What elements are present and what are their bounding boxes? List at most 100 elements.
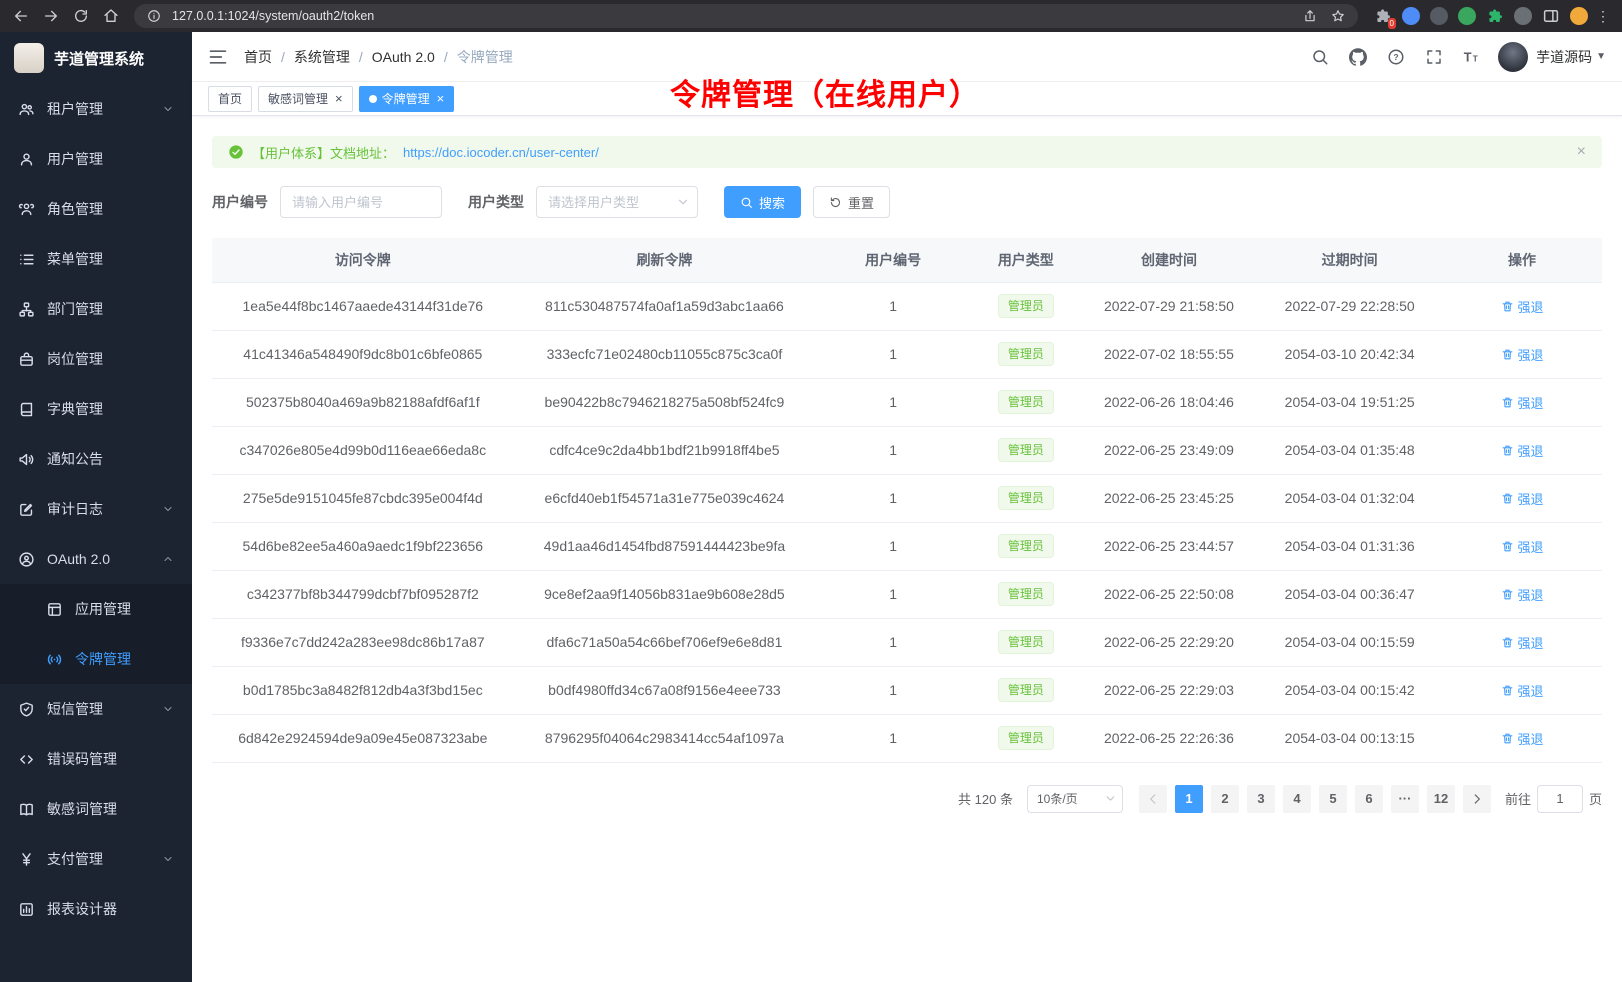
force-logout-button[interactable]: 强退: [1501, 393, 1544, 412]
page-button-3[interactable]: 3: [1247, 785, 1275, 813]
cell-expire-time: 2022-07-29 22:28:50: [1257, 282, 1442, 330]
sidebar-item-dict[interactable]: 字典管理: [0, 384, 192, 434]
user-type-select-input[interactable]: [536, 186, 698, 218]
sidebar-item-post[interactable]: 岗位管理: [0, 334, 192, 384]
sidebar-item-pay[interactable]: 支付管理: [0, 834, 192, 884]
forward-icon[interactable]: [38, 3, 64, 29]
table-row: 275e5de9151045fe87cbdc395e004f4de6cfd40e…: [212, 474, 1602, 522]
sidebar-item-oauth2[interactable]: OAuth 2.0: [0, 534, 192, 584]
doc-link[interactable]: https://doc.iocoder.cn/user-center/: [403, 145, 599, 160]
username[interactable]: 芋道源码: [1536, 47, 1592, 67]
sidebar-item-sensitive-word[interactable]: 敏感词管理: [0, 784, 192, 834]
search-icon[interactable]: [1304, 41, 1336, 73]
sidebar-item-menu[interactable]: 菜单管理: [0, 234, 192, 284]
browser-menu-icon[interactable]: ⋮: [1598, 7, 1608, 25]
back-icon[interactable]: [8, 3, 34, 29]
force-logout-button[interactable]: 强退: [1501, 681, 1544, 700]
page-button-6[interactable]: 6: [1355, 785, 1383, 813]
user-type-select[interactable]: [536, 186, 698, 218]
force-logout-button[interactable]: 强退: [1501, 729, 1544, 748]
tab-token[interactable]: 令牌管理×: [359, 86, 455, 112]
force-logout-button[interactable]: 强退: [1501, 345, 1544, 364]
reload-icon[interactable]: [68, 3, 94, 29]
ext-dark-icon[interactable]: [1430, 7, 1448, 25]
ext-slate-icon[interactable]: [1514, 7, 1532, 25]
delete-icon: [1501, 732, 1514, 745]
sidebar-item-sms[interactable]: 短信管理: [0, 684, 192, 734]
star-icon[interactable]: [1328, 6, 1348, 26]
force-logout-button[interactable]: 强退: [1501, 297, 1544, 316]
close-icon[interactable]: ×: [335, 92, 343, 105]
avatar[interactable]: [1498, 42, 1528, 72]
goto-page-input[interactable]: [1537, 785, 1583, 813]
ext-panel-icon[interactable]: [1542, 7, 1560, 25]
reset-button-label: 重置: [848, 193, 874, 212]
sidebar-item-audit-log[interactable]: 审计日志: [0, 484, 192, 534]
share-icon[interactable]: [1300, 6, 1320, 26]
address-bar-actions: [1300, 6, 1348, 26]
cell-user-id: 1: [815, 330, 971, 378]
hamburger-icon[interactable]: [208, 47, 228, 67]
github-icon[interactable]: [1342, 41, 1374, 73]
breadcrumb-item-system[interactable]: 系统管理: [294, 47, 350, 67]
force-logout-button[interactable]: 强退: [1501, 441, 1544, 460]
force-logout-button[interactable]: 强退: [1501, 537, 1544, 556]
breadcrumb-item-home[interactable]: 首页: [244, 47, 272, 67]
force-logout-button[interactable]: 强退: [1501, 585, 1544, 604]
ext-puzzle-green-icon[interactable]: [1486, 7, 1504, 25]
svg-text:T: T: [1473, 54, 1478, 63]
close-icon[interactable]: ×: [437, 92, 445, 105]
more-pages-button[interactable]: ···: [1391, 785, 1419, 813]
home-icon[interactable]: [98, 3, 124, 29]
force-logout-button[interactable]: 强退: [1501, 633, 1544, 652]
ext-green-icon[interactable]: [1458, 7, 1476, 25]
font-size-icon[interactable]: TT: [1456, 41, 1488, 73]
ext-puzzle-icon[interactable]: [1374, 7, 1392, 25]
page-button-12[interactable]: 12: [1427, 785, 1455, 813]
sidebar-item-dept[interactable]: 部门管理: [0, 284, 192, 334]
page-size-select[interactable]: 10条/页: [1027, 785, 1123, 813]
url-text: 127.0.0.1:1024/system/oauth2/token: [172, 9, 374, 23]
sidebar-item-error-code[interactable]: 错误码管理: [0, 734, 192, 784]
sms-icon: [18, 701, 35, 718]
prev-page-button[interactable]: [1139, 785, 1167, 813]
breadcrumb-item-oauth2[interactable]: OAuth 2.0: [372, 49, 435, 65]
app-icon: [46, 601, 63, 618]
sidebar-item-oauth2-token[interactable]: 令牌管理: [0, 634, 192, 684]
ext-blue-icon[interactable]: [1402, 7, 1420, 25]
cell-expire-time: 2054-03-04 00:36:47: [1257, 570, 1442, 618]
sidebar-item-tenant[interactable]: 租户管理: [0, 84, 192, 134]
sidebar-item-label: 部门管理: [47, 299, 174, 319]
chevron-down-icon[interactable]: ▼: [1596, 51, 1606, 62]
main-area: 首页/系统管理/OAuth 2.0/令牌管理 ?TT 芋道源码 ▼ 首页敏感词管…: [192, 32, 1622, 982]
page-button-2[interactable]: 2: [1211, 785, 1239, 813]
cell-create-time: 2022-06-25 23:49:09: [1081, 426, 1258, 474]
goto-page: 前往 页: [1505, 785, 1602, 813]
user-id-input[interactable]: [280, 186, 442, 218]
cell-user-id: 1: [815, 570, 971, 618]
profile-icon[interactable]: [1570, 7, 1588, 25]
tab-home[interactable]: 首页: [208, 86, 252, 112]
reset-button[interactable]: 重置: [813, 186, 890, 218]
search-button[interactable]: 搜索: [724, 186, 801, 218]
user-type-badge: 管理员: [998, 582, 1054, 606]
sidebar-item-report-designer[interactable]: 报表设计器: [0, 884, 192, 934]
close-icon[interactable]: ×: [1577, 144, 1586, 160]
page-button-5[interactable]: 5: [1319, 785, 1347, 813]
force-logout-button[interactable]: 强退: [1501, 489, 1544, 508]
sidebar-item-role[interactable]: 角色管理: [0, 184, 192, 234]
next-page-button[interactable]: [1463, 785, 1491, 813]
page-button-1[interactable]: 1: [1175, 785, 1203, 813]
tab-sensitive-word[interactable]: 敏感词管理×: [258, 86, 353, 112]
fullscreen-icon[interactable]: [1418, 41, 1450, 73]
sidebar-item-oauth2-app[interactable]: 应用管理: [0, 584, 192, 634]
page-button-4[interactable]: 4: [1283, 785, 1311, 813]
address-bar[interactable]: 127.0.0.1:1024/system/oauth2/token: [134, 4, 1358, 28]
role-icon: [18, 201, 35, 218]
sidebar-item-user[interactable]: 用户管理: [0, 134, 192, 184]
cell-user-id: 1: [815, 714, 971, 762]
question-icon[interactable]: ?: [1380, 41, 1412, 73]
sidebar-item-notice[interactable]: 通知公告: [0, 434, 192, 484]
info-icon[interactable]: [144, 6, 164, 26]
sidebar-item-label: 错误码管理: [47, 749, 174, 769]
